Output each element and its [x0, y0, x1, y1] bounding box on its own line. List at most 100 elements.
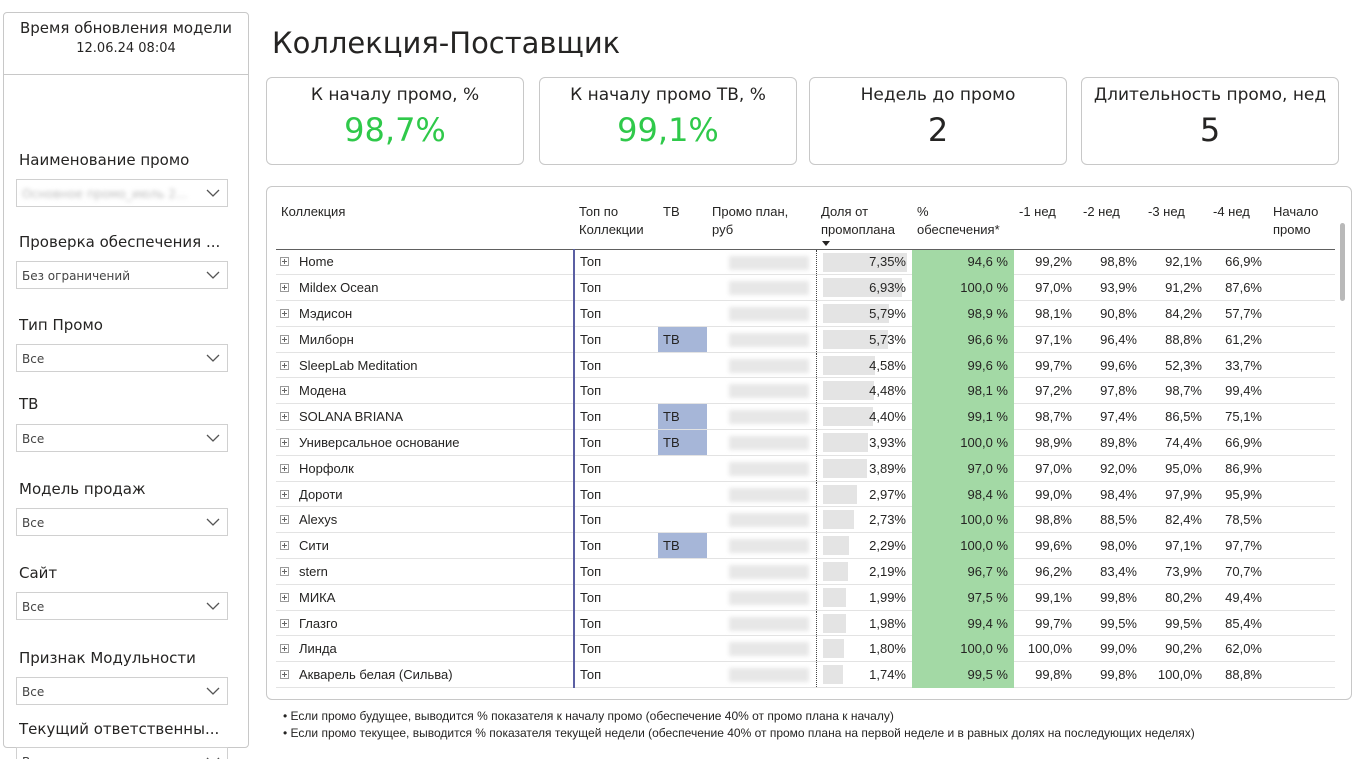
- table-row[interactable]: Сити Топ ТВ 2,29% 100,0 % 99,6% 98,0% 97,1% 97,7…: [276, 532, 1335, 560]
- cell-week-1: 99,1%: [1014, 584, 1078, 611]
- cell-week-1: 99,2%: [1014, 249, 1078, 276]
- collection-name: Дороти: [299, 486, 343, 502]
- col-header-week-3[interactable]: -3 нед: [1143, 195, 1208, 250]
- expand-plus-icon[interactable]: [280, 386, 289, 396]
- table-row[interactable]: МИКА Топ 1,99% 97,5 % 99,1% 99,8% 80,2% 49,4%: [276, 584, 1335, 611]
- table-scrollbar[interactable]: [1340, 223, 1345, 301]
- cell-week-2: 88,5%: [1078, 506, 1143, 534]
- table-row[interactable]: Home Топ 7,35% 94,6 % 99,2% 98,8% 92,1% 66,9%: [276, 249, 1335, 276]
- col-header-week-2[interactable]: -2 нед: [1078, 195, 1143, 250]
- cell-collection: Модена: [276, 377, 574, 405]
- share-bar: [822, 613, 846, 633]
- cell-week-1: 97,0%: [1014, 455, 1078, 482]
- kpi-label: Недель до промо: [860, 85, 1016, 105]
- expand-plus-icon[interactable]: [280, 360, 289, 370]
- expand-plus-icon[interactable]: [280, 309, 289, 319]
- expand-plus-icon[interactable]: [280, 489, 289, 499]
- filter-dropdown[interactable]: Все: [16, 677, 228, 705]
- filter-label: Признак Модульности: [19, 649, 196, 667]
- cell-provision: 100,0 %: [912, 532, 1014, 560]
- cell-top: Топ: [573, 661, 658, 689]
- collection-name: Mildex Ocean: [299, 280, 379, 296]
- table-row[interactable]: Милборн Топ ТВ 5,73% 96,6 % 97,1% 96,4% 88,8% 61…: [276, 326, 1335, 353]
- redacted-value: [729, 461, 809, 476]
- col-header-provision[interactable]: % обеспечения*: [912, 195, 1014, 250]
- redacted-value: [729, 616, 809, 631]
- expand-plus-icon[interactable]: [280, 541, 289, 551]
- cell-week-1: 99,8%: [1014, 661, 1078, 689]
- footnote: • Если промо будущее, выводится % показа…: [283, 709, 894, 723]
- col-header-promo-start[interactable]: Начало промо: [1268, 195, 1335, 250]
- cell-week-2: 97,4%: [1078, 403, 1143, 431]
- cell-top: Топ: [573, 403, 658, 431]
- table-row[interactable]: Линда Топ 1,80% 100,0 % 100,0% 99,0% 90,2% 62,0…: [276, 635, 1335, 663]
- table-row[interactable]: Mildex Ocean Топ 6,93% 100,0 % 97,0% 93,9% 91,…: [276, 274, 1335, 302]
- collection-name: SleepLab Meditation: [299, 357, 418, 373]
- table-row[interactable]: SOLANA BRIANA Топ ТВ 4,40% 99,1 % 98,7% 97,4% 8…: [276, 403, 1335, 431]
- cell-tv: [658, 455, 707, 482]
- cell-week-3: 90,2%: [1143, 635, 1208, 663]
- filter-dropdown[interactable]: Без ограничений: [16, 261, 228, 289]
- cell-collection: Сити: [276, 532, 574, 560]
- table-row[interactable]: Модена Топ 4,48% 98,1 % 97,2% 97,8% 98,7% 99,4%: [276, 377, 1335, 405]
- chevron-down-icon: [206, 518, 220, 526]
- share-value: 2,97%: [869, 486, 906, 502]
- expand-plus-icon[interactable]: [280, 412, 289, 422]
- cell-week-3: 99,5%: [1143, 610, 1208, 637]
- cell-week-4: 61,2%: [1208, 326, 1268, 353]
- cell-promo-plan: [707, 300, 816, 327]
- col-header-week-1[interactable]: -1 нед: [1014, 195, 1078, 250]
- col-header-promo-plan[interactable]: Промо план, руб: [707, 195, 816, 250]
- cell-week-2: 90,8%: [1078, 300, 1143, 327]
- table-row[interactable]: Норфолк Топ 3,89% 97,0 % 97,0% 92,0% 95,0% 86,9…: [276, 455, 1335, 482]
- expand-plus-icon[interactable]: [280, 644, 289, 654]
- cell-week-2: 96,4%: [1078, 326, 1143, 353]
- cell-week-3: 100,0%: [1143, 661, 1208, 689]
- expand-plus-icon[interactable]: [280, 257, 289, 267]
- cell-collection: Alexys: [276, 506, 574, 534]
- cell-collection: Норфолк: [276, 455, 574, 482]
- filter-dropdown[interactable]: Основное промо_июль 2...: [16, 179, 228, 207]
- cell-share: 2,29%: [815, 532, 912, 560]
- cell-promo-plan: [707, 274, 816, 302]
- table-row[interactable]: Акварель белая (Сильва) Топ 1,74% 99,5 % 99,…: [276, 661, 1335, 689]
- filter-dropdown[interactable]: Все: [16, 592, 228, 620]
- cell-promo-plan: [707, 481, 816, 508]
- table-row[interactable]: stern Топ 2,19% 96,7 % 96,2% 83,4% 73,9% 70,7%: [276, 558, 1335, 585]
- table-row[interactable]: Дороти Топ 2,97% 98,4 % 99,0% 98,4% 97,9% 95,9%: [276, 481, 1335, 508]
- filter-dropdown[interactable]: Все: [16, 424, 228, 452]
- cell-promo-plan: [707, 506, 816, 534]
- col-header-top[interactable]: Топ по Коллекции: [574, 195, 658, 250]
- expand-plus-icon[interactable]: [280, 618, 289, 628]
- cell-top: Топ: [573, 352, 658, 379]
- col-header-share[interactable]: Доля от промоплана: [816, 195, 912, 250]
- cell-top: Топ: [573, 481, 658, 508]
- col-header-week-4[interactable]: -4 нед: [1208, 195, 1268, 250]
- col-header-tv[interactable]: ТВ: [658, 195, 707, 250]
- expand-plus-icon[interactable]: [280, 283, 289, 293]
- table-row[interactable]: SleepLab Meditation Топ 4,58% 99,6 % 99,7% 99…: [276, 352, 1335, 379]
- table-row[interactable]: Глазго Топ 1,98% 99,4 % 99,7% 99,5% 99,5% 85,4%: [276, 610, 1335, 637]
- filter-selected-value: Все: [22, 516, 45, 530]
- filter-dropdown[interactable]: Все: [16, 344, 228, 372]
- expand-plus-icon[interactable]: [280, 515, 289, 525]
- col-header-collection[interactable]: Коллекция: [276, 195, 574, 250]
- cell-promo-plan: [707, 429, 816, 456]
- filter-dropdown[interactable]: Все: [16, 508, 228, 536]
- cell-top: Топ: [573, 377, 658, 405]
- cell-week-4: 99,4%: [1208, 377, 1268, 405]
- expand-plus-icon[interactable]: [280, 567, 289, 577]
- filter-dropdown[interactable]: Все: [16, 747, 228, 759]
- expand-plus-icon[interactable]: [280, 438, 289, 448]
- share-bar: [822, 458, 867, 478]
- expand-plus-icon[interactable]: [280, 463, 289, 473]
- expand-plus-icon[interactable]: [280, 592, 289, 602]
- table-row[interactable]: Универсальное основание Топ ТВ 3,93% 100,0 %…: [276, 429, 1335, 456]
- cell-week-3: 97,1%: [1143, 532, 1208, 560]
- table-row[interactable]: Мэдисон Топ 5,79% 98,9 % 98,1% 90,8% 84,2% 57,7…: [276, 300, 1335, 327]
- share-bar: [822, 381, 874, 401]
- expand-plus-icon[interactable]: [280, 334, 289, 344]
- expand-plus-icon[interactable]: [280, 670, 289, 680]
- table-row[interactable]: Alexys Топ 2,73% 100,0 % 98,8% 88,5% 82,4% 78,5…: [276, 506, 1335, 534]
- cell-share: 7,35%: [815, 249, 912, 276]
